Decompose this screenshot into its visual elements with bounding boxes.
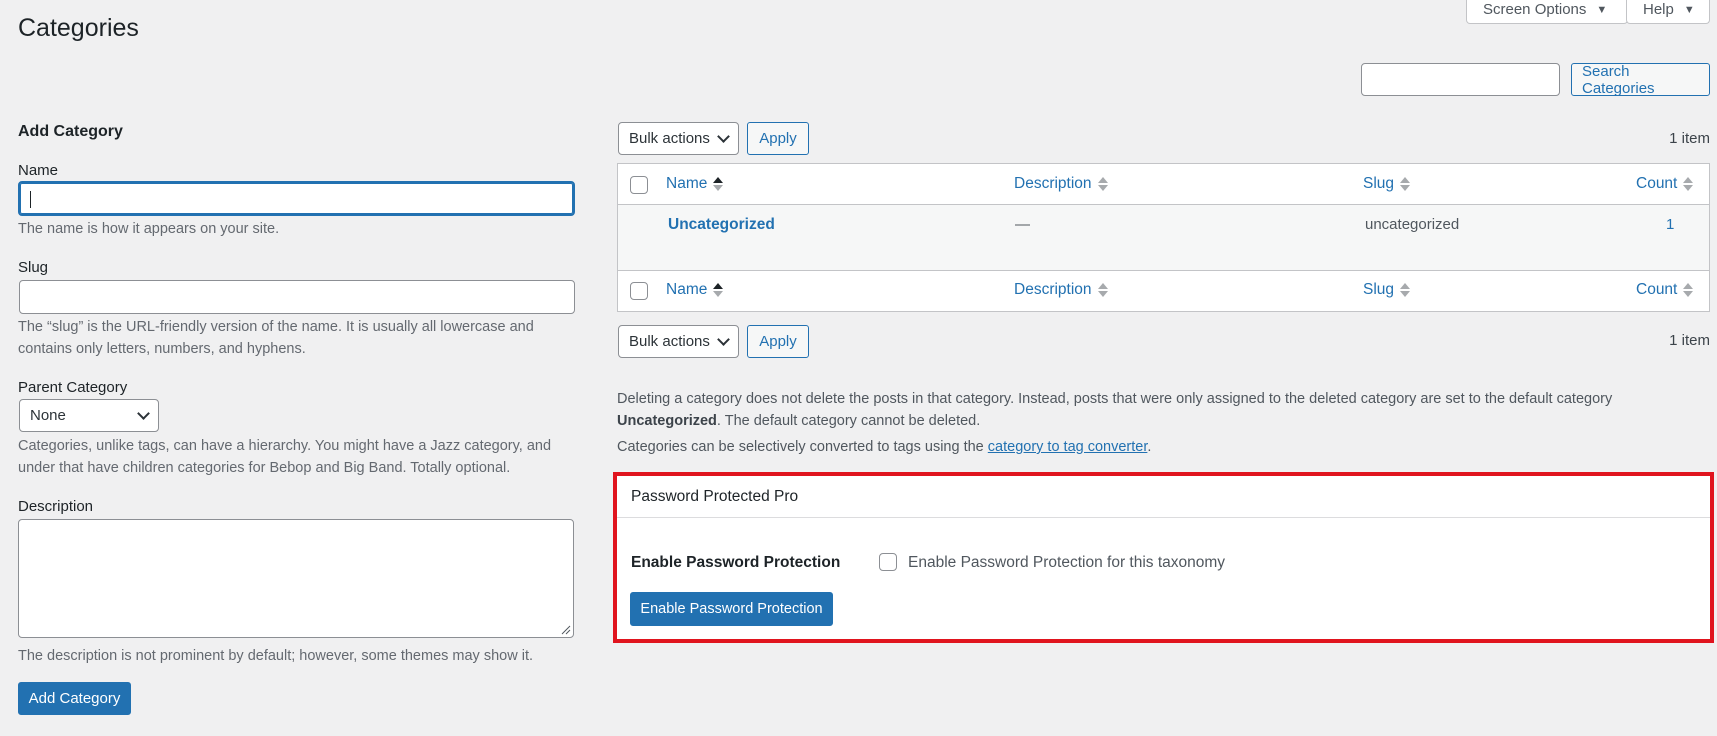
slug-help: The “slug” is the URL-friendly version o… xyxy=(18,316,598,360)
sort-icon xyxy=(1400,177,1411,191)
row-name-link[interactable]: Uncategorized xyxy=(668,216,775,234)
parent-category-select[interactable]: None xyxy=(19,399,159,432)
bulk-actions-label: Bulk actions xyxy=(629,130,710,147)
enable-password-protection-label: Enable Password Protection xyxy=(631,554,841,571)
add-category-button-label: Add Category xyxy=(28,690,121,707)
description-textarea[interactable] xyxy=(18,519,574,638)
name-label: Name xyxy=(18,162,59,179)
add-category-heading: Add Category xyxy=(18,123,123,140)
table-header: Name Description Slug Count xyxy=(618,164,1709,205)
bulk-actions-select-top[interactable]: Bulk actions xyxy=(618,122,739,155)
bulk-actions-select-bottom[interactable]: Bulk actions xyxy=(618,325,739,358)
enable-password-protection-button-label: Enable Password Protection xyxy=(640,601,823,617)
name-help: The name is how it appears on your site. xyxy=(18,221,280,237)
sort-icon xyxy=(1400,283,1411,297)
converter-note-pre: Categories can be selectively converted … xyxy=(617,439,988,455)
search-button-label: Search Categories xyxy=(1582,62,1655,97)
delete-note-line-2: Uncategorized. The default category cann… xyxy=(617,410,1710,432)
caret-down-icon: ▼ xyxy=(1596,3,1608,16)
description-label: Description xyxy=(18,498,94,515)
converter-note: Categories can be selectively converted … xyxy=(617,436,1710,458)
item-count-top: 1 item xyxy=(1669,130,1710,147)
chevron-down-icon xyxy=(717,129,730,143)
column-footer-slug[interactable]: Slug xyxy=(1363,281,1411,299)
table-row: Uncategorized — uncategorized 1 xyxy=(618,205,1709,270)
help-label: Help xyxy=(1643,1,1674,18)
slug-help-line-1: The “slug” is the URL-friendly version o… xyxy=(18,319,534,335)
resize-handle-icon[interactable] xyxy=(561,625,571,635)
sort-icon xyxy=(1097,177,1108,191)
column-slug-label: Slug xyxy=(1363,175,1395,192)
description-help: The description is not prominent by defa… xyxy=(18,648,533,664)
enable-password-protection-checkbox-label: Enable Password Protection for this taxo… xyxy=(908,554,1226,571)
help-button[interactable]: Help ▼ xyxy=(1626,0,1710,24)
bulk-actions-label: Bulk actions xyxy=(629,333,710,350)
row-count-link[interactable]: 1 xyxy=(1666,216,1674,233)
enable-password-protection-checkbox[interactable] xyxy=(879,553,897,571)
column-header-count[interactable]: Count xyxy=(1636,175,1694,193)
apply-label: Apply xyxy=(759,333,797,350)
sort-icon xyxy=(1683,283,1694,297)
delete-note-line-1: Deleting a category does not delete the … xyxy=(617,391,1613,407)
default-category-name: Uncategorized xyxy=(617,413,717,429)
delete-note-line-2-rest: . The default category cannot be deleted… xyxy=(716,413,981,429)
delete-note: Deleting a category does not delete the … xyxy=(617,388,1710,432)
apply-button-top[interactable]: Apply xyxy=(747,122,809,155)
item-count-bottom: 1 item xyxy=(1669,332,1710,349)
column-name-label: Name xyxy=(666,175,708,192)
column-header-slug[interactable]: Slug xyxy=(1363,175,1411,193)
apply-label: Apply xyxy=(759,130,797,147)
sort-icon xyxy=(1097,283,1108,297)
caret-down-icon: ▼ xyxy=(1683,3,1695,16)
password-protected-panel-title: Password Protected Pro xyxy=(617,476,1710,518)
apply-button-bottom[interactable]: Apply xyxy=(747,325,809,358)
column-footer-description[interactable]: Description xyxy=(1014,281,1108,299)
screen-options-label: Screen Options xyxy=(1483,1,1587,18)
parent-category-label: Parent Category xyxy=(18,379,128,396)
page-title: Categories xyxy=(18,14,139,42)
row-slug: uncategorized xyxy=(1365,216,1460,233)
chevron-down-icon xyxy=(137,406,150,420)
converter-note-post: . xyxy=(1147,439,1152,455)
row-description: — xyxy=(1015,216,1030,233)
text-cursor xyxy=(30,191,31,208)
password-protected-panel: Password Protected Pro Enable Password P… xyxy=(617,476,1710,639)
category-to-tag-converter-link[interactable]: category to tag converter xyxy=(988,439,1148,455)
column-count-label: Count xyxy=(1636,175,1678,192)
sort-icon xyxy=(713,283,724,297)
column-count-label: Count xyxy=(1636,281,1678,298)
slug-help-line-2: contains only letters, numbers, and hyph… xyxy=(18,341,306,357)
screen-options-button[interactable]: Screen Options ▼ xyxy=(1466,0,1628,24)
column-name-label: Name xyxy=(666,281,708,298)
column-footer-count[interactable]: Count xyxy=(1636,281,1694,299)
parent-category-value: None xyxy=(30,407,66,424)
column-header-description[interactable]: Description xyxy=(1014,175,1108,193)
search-categories-button[interactable]: Search Categories xyxy=(1571,62,1710,97)
add-category-button[interactable]: Add Category xyxy=(18,682,131,715)
column-header-name[interactable]: Name xyxy=(666,175,724,193)
column-footer-name[interactable]: Name xyxy=(666,281,724,299)
parent-help-line-2: under that have children categories for … xyxy=(18,460,511,476)
name-input[interactable] xyxy=(18,181,575,216)
categories-table: Name Description Slug Count Uncategorize… xyxy=(617,163,1710,312)
password-protected-highlight: Password Protected Pro Enable Password P… xyxy=(613,472,1714,643)
column-slug-label: Slug xyxy=(1363,281,1395,298)
select-all-checkbox[interactable] xyxy=(630,176,648,194)
sort-icon xyxy=(1683,177,1694,191)
search-input[interactable] xyxy=(1361,63,1560,96)
parent-category-help: Categories, unlike tags, can have a hier… xyxy=(18,435,598,479)
table-footer: Name Description Slug Count xyxy=(618,270,1709,311)
slug-input[interactable] xyxy=(19,280,575,314)
parent-help-line-1: Categories, unlike tags, can have a hier… xyxy=(18,438,552,454)
column-description-label: Description xyxy=(1014,281,1092,298)
enable-password-protection-button[interactable]: Enable Password Protection xyxy=(630,592,833,626)
chevron-down-icon xyxy=(717,332,730,346)
sort-icon xyxy=(713,177,724,191)
column-description-label: Description xyxy=(1014,175,1092,192)
slug-label: Slug xyxy=(18,259,49,276)
select-all-checkbox-footer[interactable] xyxy=(630,282,648,300)
